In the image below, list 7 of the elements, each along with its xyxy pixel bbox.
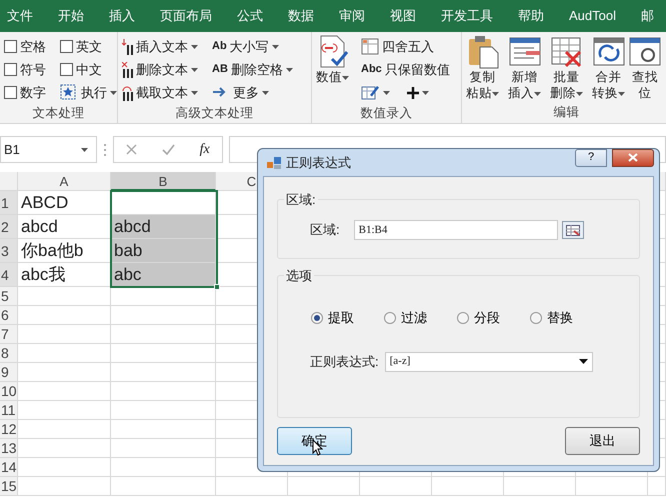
group-label: 编辑 xyxy=(552,104,580,121)
group-label: 高级文本处理 xyxy=(174,105,254,122)
group-label: 文本处理 xyxy=(32,105,86,122)
window-title: 正则表达式 xyxy=(286,154,351,172)
group-label: 数值录入 xyxy=(360,105,414,122)
field-label: 正则表达式: xyxy=(310,352,379,371)
field-label: 区域: xyxy=(310,221,340,240)
